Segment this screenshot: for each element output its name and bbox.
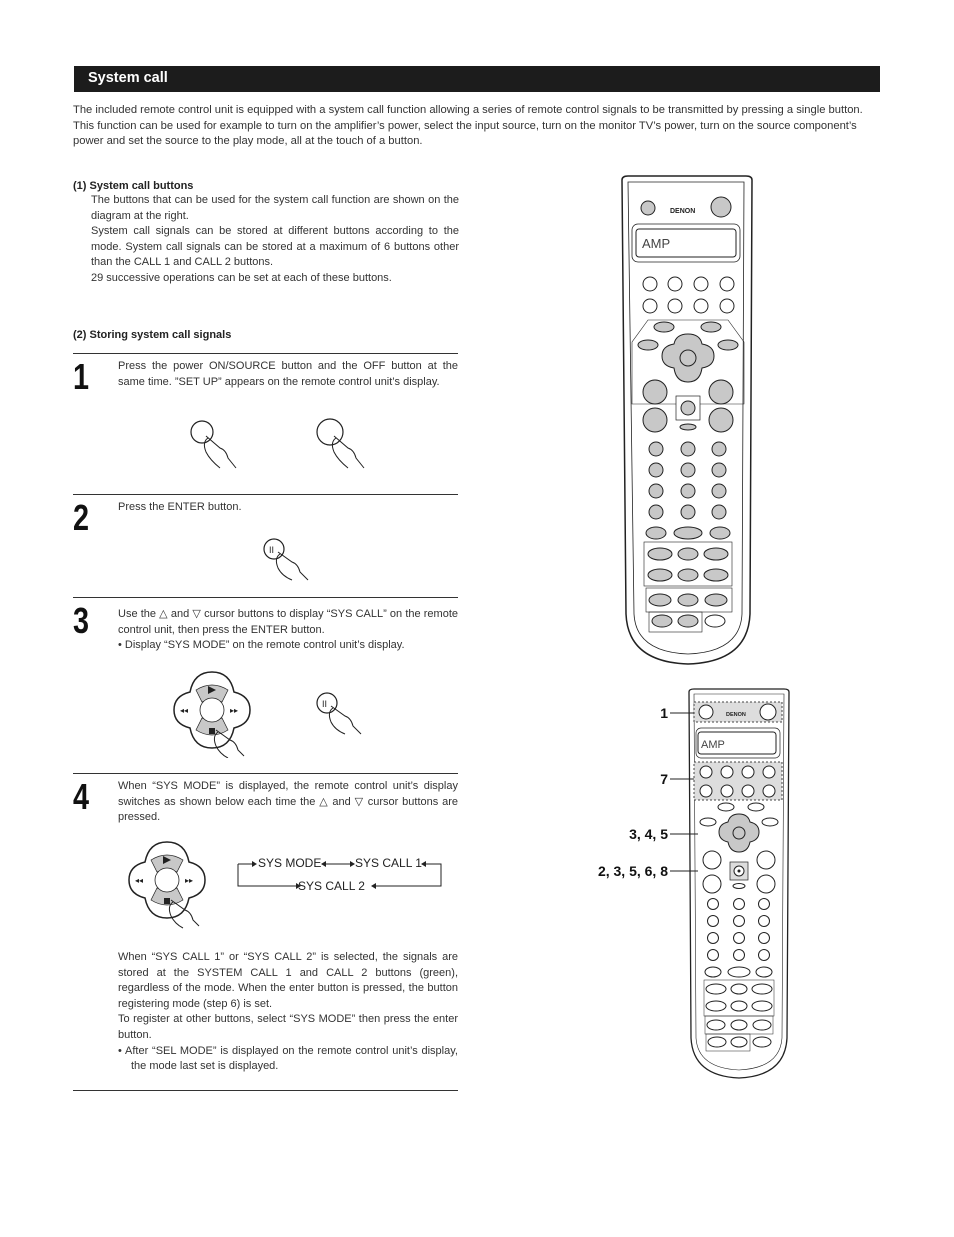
remote-control-callout-diagram: DENON AMP: [688, 688, 790, 1079]
svg-text:II: II: [322, 699, 327, 709]
lcd-text: AMP: [701, 739, 725, 751]
intro-paragraph: This function can be used for example to…: [73, 119, 857, 148]
svg-text:◂◂: ◂◂: [135, 876, 143, 885]
callout-label: 1: [660, 705, 668, 721]
step-text: When “SYS CALL 1” or “SYS CALL 2” is sel…: [118, 950, 458, 1075]
svg-text:◂◂: ◂◂: [180, 706, 188, 715]
enter-button-press-icon: II: [263, 538, 309, 581]
step-text-paragraph: When “SYS CALL 1” or “SYS CALL 2” is sel…: [118, 951, 458, 1010]
section-heading: (2) Storing system call signals: [73, 329, 232, 341]
power-off-button: [710, 196, 732, 218]
step-text: Press the ENTER button.: [118, 501, 242, 513]
divider: [73, 773, 458, 774]
svg-text:▸▸: ▸▸: [185, 876, 193, 885]
section-heading: (1) System call buttons: [73, 180, 194, 192]
svg-text:II: II: [269, 545, 274, 555]
step-text: Use the △ and ▽ cursor buttons to displa…: [118, 607, 458, 654]
step-number: 4: [73, 776, 90, 817]
section-header-bar: System call: [74, 66, 880, 92]
svg-text:DENON: DENON: [726, 712, 746, 718]
section-paragraph: The buttons that can be used for the sys…: [91, 194, 459, 222]
flow-label-sys-call-2: SYS CALL 2: [298, 879, 365, 893]
enter-button: [680, 400, 696, 416]
divider: [73, 353, 458, 354]
section-paragraph: System call signals can be stored at dif…: [91, 225, 459, 269]
power-button-press-icon: [190, 420, 237, 469]
off-button-press-icon: [316, 418, 365, 469]
power-on-button: [640, 200, 656, 216]
step-bullet: • Display “SYS MODE” on the remote contr…: [118, 639, 405, 652]
step-bullet-text: Display “SYS MODE” on the remote control…: [124, 639, 405, 652]
callout-label: 7: [660, 771, 668, 787]
intro-text: The included remote control unit is equi…: [73, 103, 881, 150]
divider: [73, 1090, 458, 1091]
flow-label-sys-call-1: SYS CALL 1: [355, 856, 422, 870]
brand-logo: DENON: [670, 208, 695, 215]
divider: [73, 597, 458, 598]
callout-label: 3, 4, 5: [629, 826, 668, 842]
remote-control-diagram: DENON AMP: [621, 175, 753, 665]
step-text: Press the power ON/SOURCE button and the…: [118, 360, 458, 388]
step-number: 1: [73, 356, 90, 397]
step-number: 2: [73, 497, 90, 538]
step-text: When “SYS MODE” is displayed, the remote…: [118, 780, 458, 824]
callout-leader-lines: [670, 712, 698, 872]
section-system-call-buttons: (1) System call buttons The buttons that…: [73, 180, 459, 287]
flow-label-sys-mode: SYS MODE: [258, 856, 322, 870]
section-title: System call: [88, 70, 168, 86]
svg-text:▸▸: ▸▸: [230, 706, 238, 715]
step-text-main: Use the △ and ▽ cursor buttons to displa…: [118, 608, 458, 636]
cursor-pad-illustration: ◂◂ ▸▸: [173, 671, 251, 758]
intro-paragraph: The included remote control unit is equi…: [73, 104, 863, 116]
enter-button-press-icon: II: [316, 692, 362, 735]
lcd-text: AMP: [642, 236, 670, 251]
divider: [73, 494, 458, 495]
step-text-paragraph: To register at other buttons, select “SY…: [118, 1013, 458, 1041]
step-bullet-text: After “SEL MODE” is displayed on the rem…: [125, 1044, 458, 1073]
step1-illustration: [190, 418, 365, 469]
cursor-pad-illustration: ◂◂ ▸▸: [128, 841, 206, 929]
callout-label: 2, 3, 5, 6, 8: [597, 863, 668, 879]
section-paragraph: 29 successive operations can be set at e…: [91, 271, 392, 284]
step-bullet: • After “SEL MODE” is displayed on the r…: [118, 1044, 458, 1073]
step-number: 3: [73, 600, 90, 641]
